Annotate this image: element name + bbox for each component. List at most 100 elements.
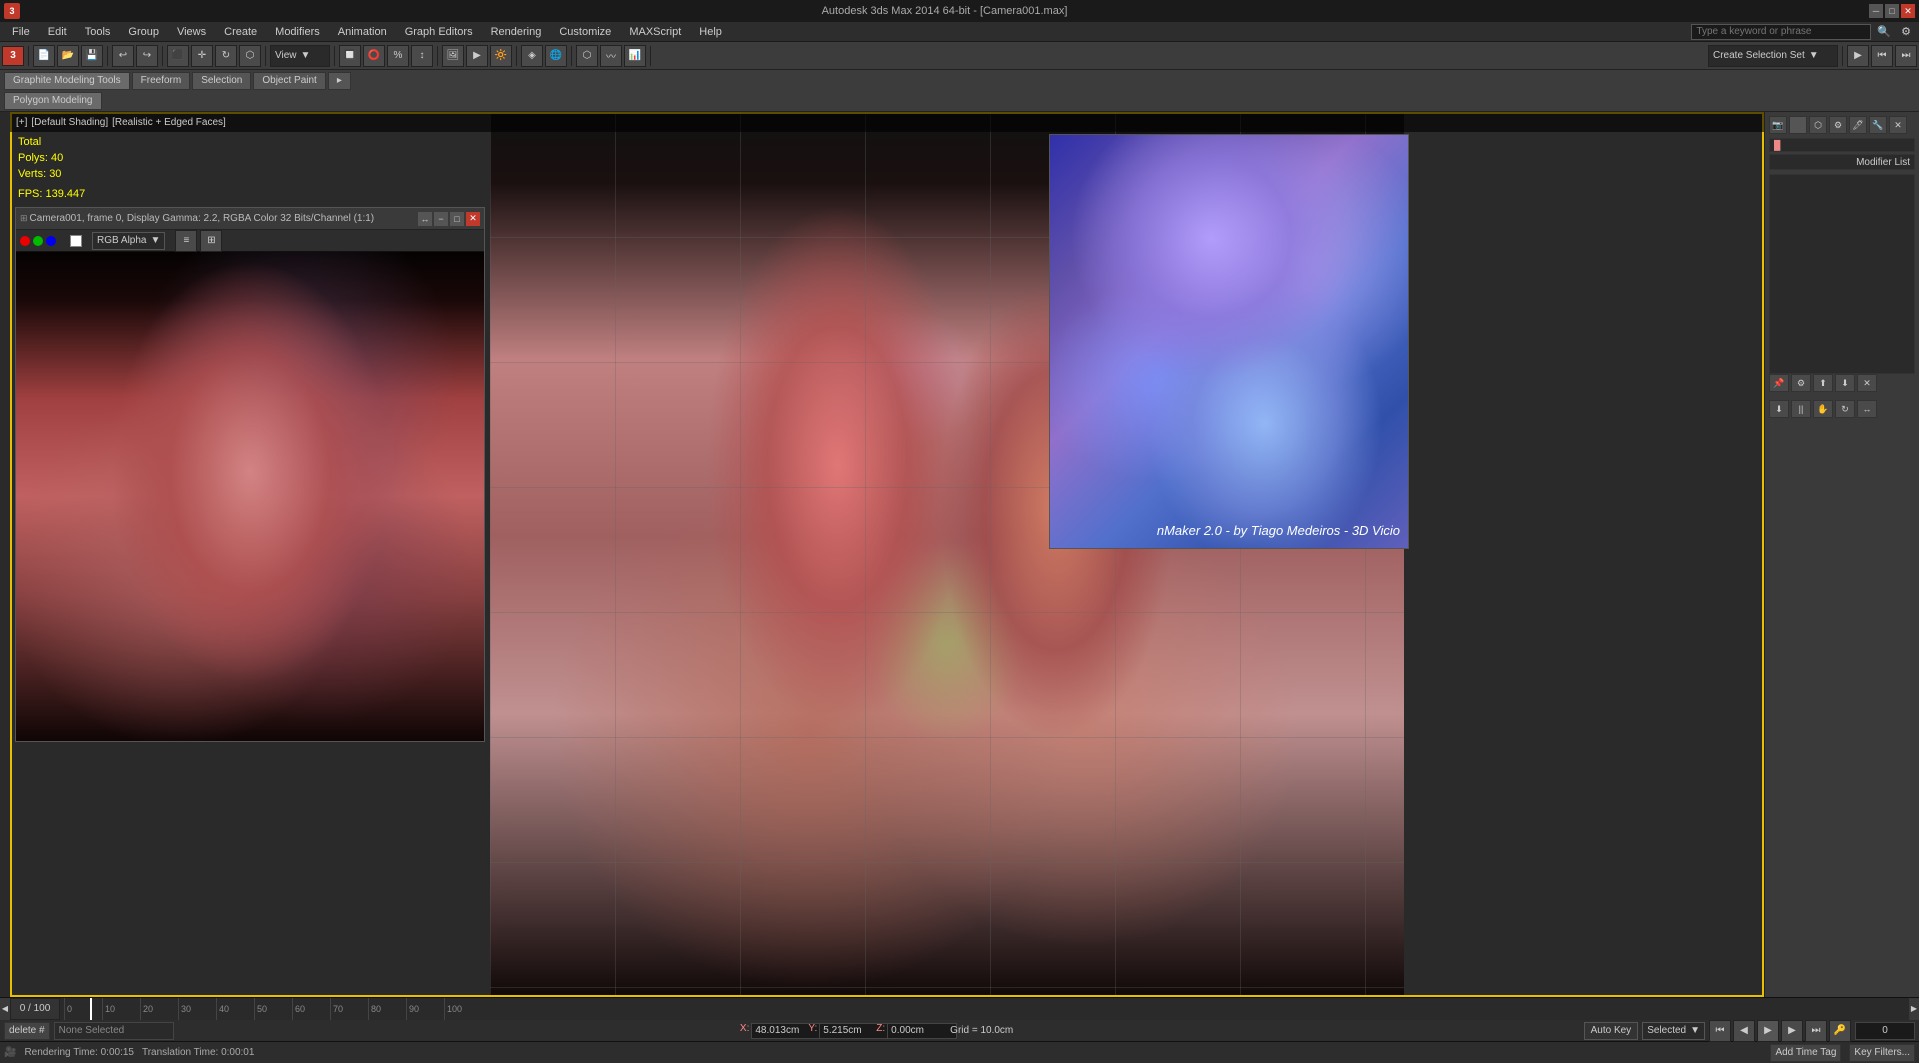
menu-customize[interactable]: Customize [551,24,619,40]
red-channel-icon[interactable] [20,236,30,246]
mod-del-btn[interactable]: ✕ [1857,374,1877,392]
trackview-btn[interactable]: 📊 [624,45,646,67]
cam-min-btn[interactable]: − [434,212,448,226]
undo-btn[interactable]: ↩ [112,45,134,67]
panel-motion-btn[interactable]: ⚙ [1829,116,1847,134]
z-input[interactable] [887,1023,957,1039]
select-btn[interactable]: ⬛ [167,45,189,67]
mod-up-btn[interactable]: ⬆ [1813,374,1833,392]
play-anim-btn[interactable]: ▶ [1757,1020,1779,1042]
cam-scroll-btn[interactable]: ↔ [418,212,432,226]
app-logo-btn[interactable]: 3 [2,46,24,66]
cam-channel-btn[interactable]: ≡ [175,230,197,252]
mod-nav3-btn[interactable]: ✋ [1813,400,1833,418]
prev-key-btn[interactable]: ◀ [1733,1020,1755,1042]
mod-nav2-btn[interactable]: || [1791,400,1811,418]
search-btn[interactable]: 🔍 [1873,23,1895,40]
panel-create-btn[interactable]: 📷 [1769,116,1787,134]
timeline-track[interactable]: 0 10 20 30 40 50 60 70 80 90 100 [60,998,1909,1020]
key-filters-btn[interactable]: Key Filters... [1849,1044,1915,1062]
add-time-tag-btn[interactable]: Add Time Tag [1770,1044,1841,1062]
blue-channel-icon[interactable] [46,236,56,246]
timeline-scroll-right[interactable]: ▶ [1909,998,1919,1020]
play-btn[interactable]: ▶ [1847,45,1869,67]
create-selection-dropdown[interactable]: Create Selection Set▼ [1708,45,1838,67]
tab-selection[interactable]: Selection [192,72,251,90]
mod-down-btn[interactable]: ⬇ [1835,374,1855,392]
scale-btn[interactable]: ⬡ [239,45,261,67]
panel-close-btn[interactable]: ✕ [1889,116,1907,134]
search-input[interactable] [1691,24,1871,40]
timeline-scroll-left[interactable]: ◀ [0,998,10,1020]
active-shade-btn[interactable]: 🔆 [490,45,512,67]
menu-tools[interactable]: Tools [77,24,119,40]
panel-hierarchy-btn[interactable]: ⬡ [1809,116,1827,134]
save-btn[interactable]: 💾 [81,45,103,67]
green-channel-icon[interactable] [33,236,43,246]
close-button[interactable]: ✕ [1901,4,1915,18]
menu-help[interactable]: Help [691,24,730,40]
material-editor-btn[interactable]: ◈ [521,45,543,67]
mod-pin-btn[interactable]: 📌 [1769,374,1789,392]
menu-edit[interactable]: Edit [40,24,75,40]
menu-maxscript[interactable]: MAXScript [621,24,689,40]
auto-key-btn[interactable]: Auto Key [1584,1022,1639,1040]
frame-number-input[interactable] [1858,1023,1913,1039]
menu-animation[interactable]: Animation [330,24,395,40]
menu-modifiers[interactable]: Modifiers [267,24,328,40]
view-dropdown[interactable]: View▼ [270,45,330,67]
tab-more[interactable]: ▸ [328,72,351,90]
panel-utilities-btn[interactable]: 🔧 [1869,116,1887,134]
mod-nav4-btn[interactable]: ↻ [1835,400,1855,418]
render-btn[interactable]: ▶ [466,45,488,67]
subtab-polygon[interactable]: Polygon Modeling [4,92,102,110]
menu-views[interactable]: Views [169,24,214,40]
modifier-list-dropdown[interactable]: Modifier List [1769,154,1915,170]
cam-close-btn[interactable]: ✕ [466,212,480,226]
normal-map-view: nMaker 2.0 - by Tiago Medeiros - 3D Vici… [1049,134,1409,549]
go-end-btn[interactable]: ⏭ [1805,1020,1827,1042]
mod-nav5-btn[interactable]: ↔ [1857,400,1877,418]
mod-nav1-btn[interactable]: ⬇ [1769,400,1789,418]
mod-settings-btn[interactable]: ⚙ [1791,374,1811,392]
percent-snap-btn[interactable]: % [387,45,409,67]
maximize-button[interactable]: □ [1885,4,1899,18]
selected-dropdown[interactable]: Selected▼ [1642,1022,1705,1040]
redo-btn[interactable]: ↪ [136,45,158,67]
tab-freeform[interactable]: Freeform [132,72,191,90]
open-btn[interactable]: 📂 [57,45,79,67]
rgb-alpha-dropdown[interactable]: RGB Alpha▼ [92,232,165,250]
menu-group[interactable]: Group [120,24,167,40]
menu-create[interactable]: Create [216,24,265,40]
current-frame-input[interactable] [1855,1022,1915,1040]
delete-btn[interactable]: delete # [4,1022,50,1040]
schematic-view-btn[interactable]: ⬡ [576,45,598,67]
curve-editor-btn[interactable]: 〰 [600,45,622,67]
menu-graph-editors[interactable]: Graph Editors [397,24,481,40]
spinner-snap-btn[interactable]: ↕ [411,45,433,67]
panel-modify-btn[interactable] [1789,116,1807,134]
next-frame-btn[interactable]: ⏭ [1895,45,1917,67]
cam-max-btn[interactable]: □ [450,212,464,226]
key-mode-btn[interactable]: 🔑 [1829,1020,1851,1042]
prev-frame-btn[interactable]: ⏮ [1871,45,1893,67]
menu-rendering[interactable]: Rendering [483,24,550,40]
menu-file[interactable]: File [4,24,38,40]
new-btn[interactable]: 📄 [33,45,55,67]
go-start-btn[interactable]: ⏮ [1709,1020,1731,1042]
rotate-btn[interactable]: ↻ [215,45,237,67]
scene-btn[interactable]: 🌐 [545,45,567,67]
camera-view[interactable] [16,252,484,741]
viewport-container[interactable]: [+] [Default Shading] [Realistic + Edged… [10,112,1764,997]
panel-display-btn[interactable]: 🖊 [1849,116,1867,134]
snap-btn[interactable]: 🔲 [339,45,361,67]
next-key-btn[interactable]: ▶ [1781,1020,1803,1042]
search-options[interactable]: ⚙ [1897,23,1915,40]
tab-object-paint[interactable]: Object Paint [253,72,325,90]
minimize-button[interactable]: ─ [1869,4,1883,18]
angle-snap-btn[interactable]: ⭕ [363,45,385,67]
tab-graphite[interactable]: Graphite Modeling Tools [4,72,130,90]
cam-options-btn[interactable]: ⊞ [200,230,222,252]
render-setup-btn[interactable]: 🖼 [442,45,464,67]
move-btn[interactable]: ✛ [191,45,213,67]
